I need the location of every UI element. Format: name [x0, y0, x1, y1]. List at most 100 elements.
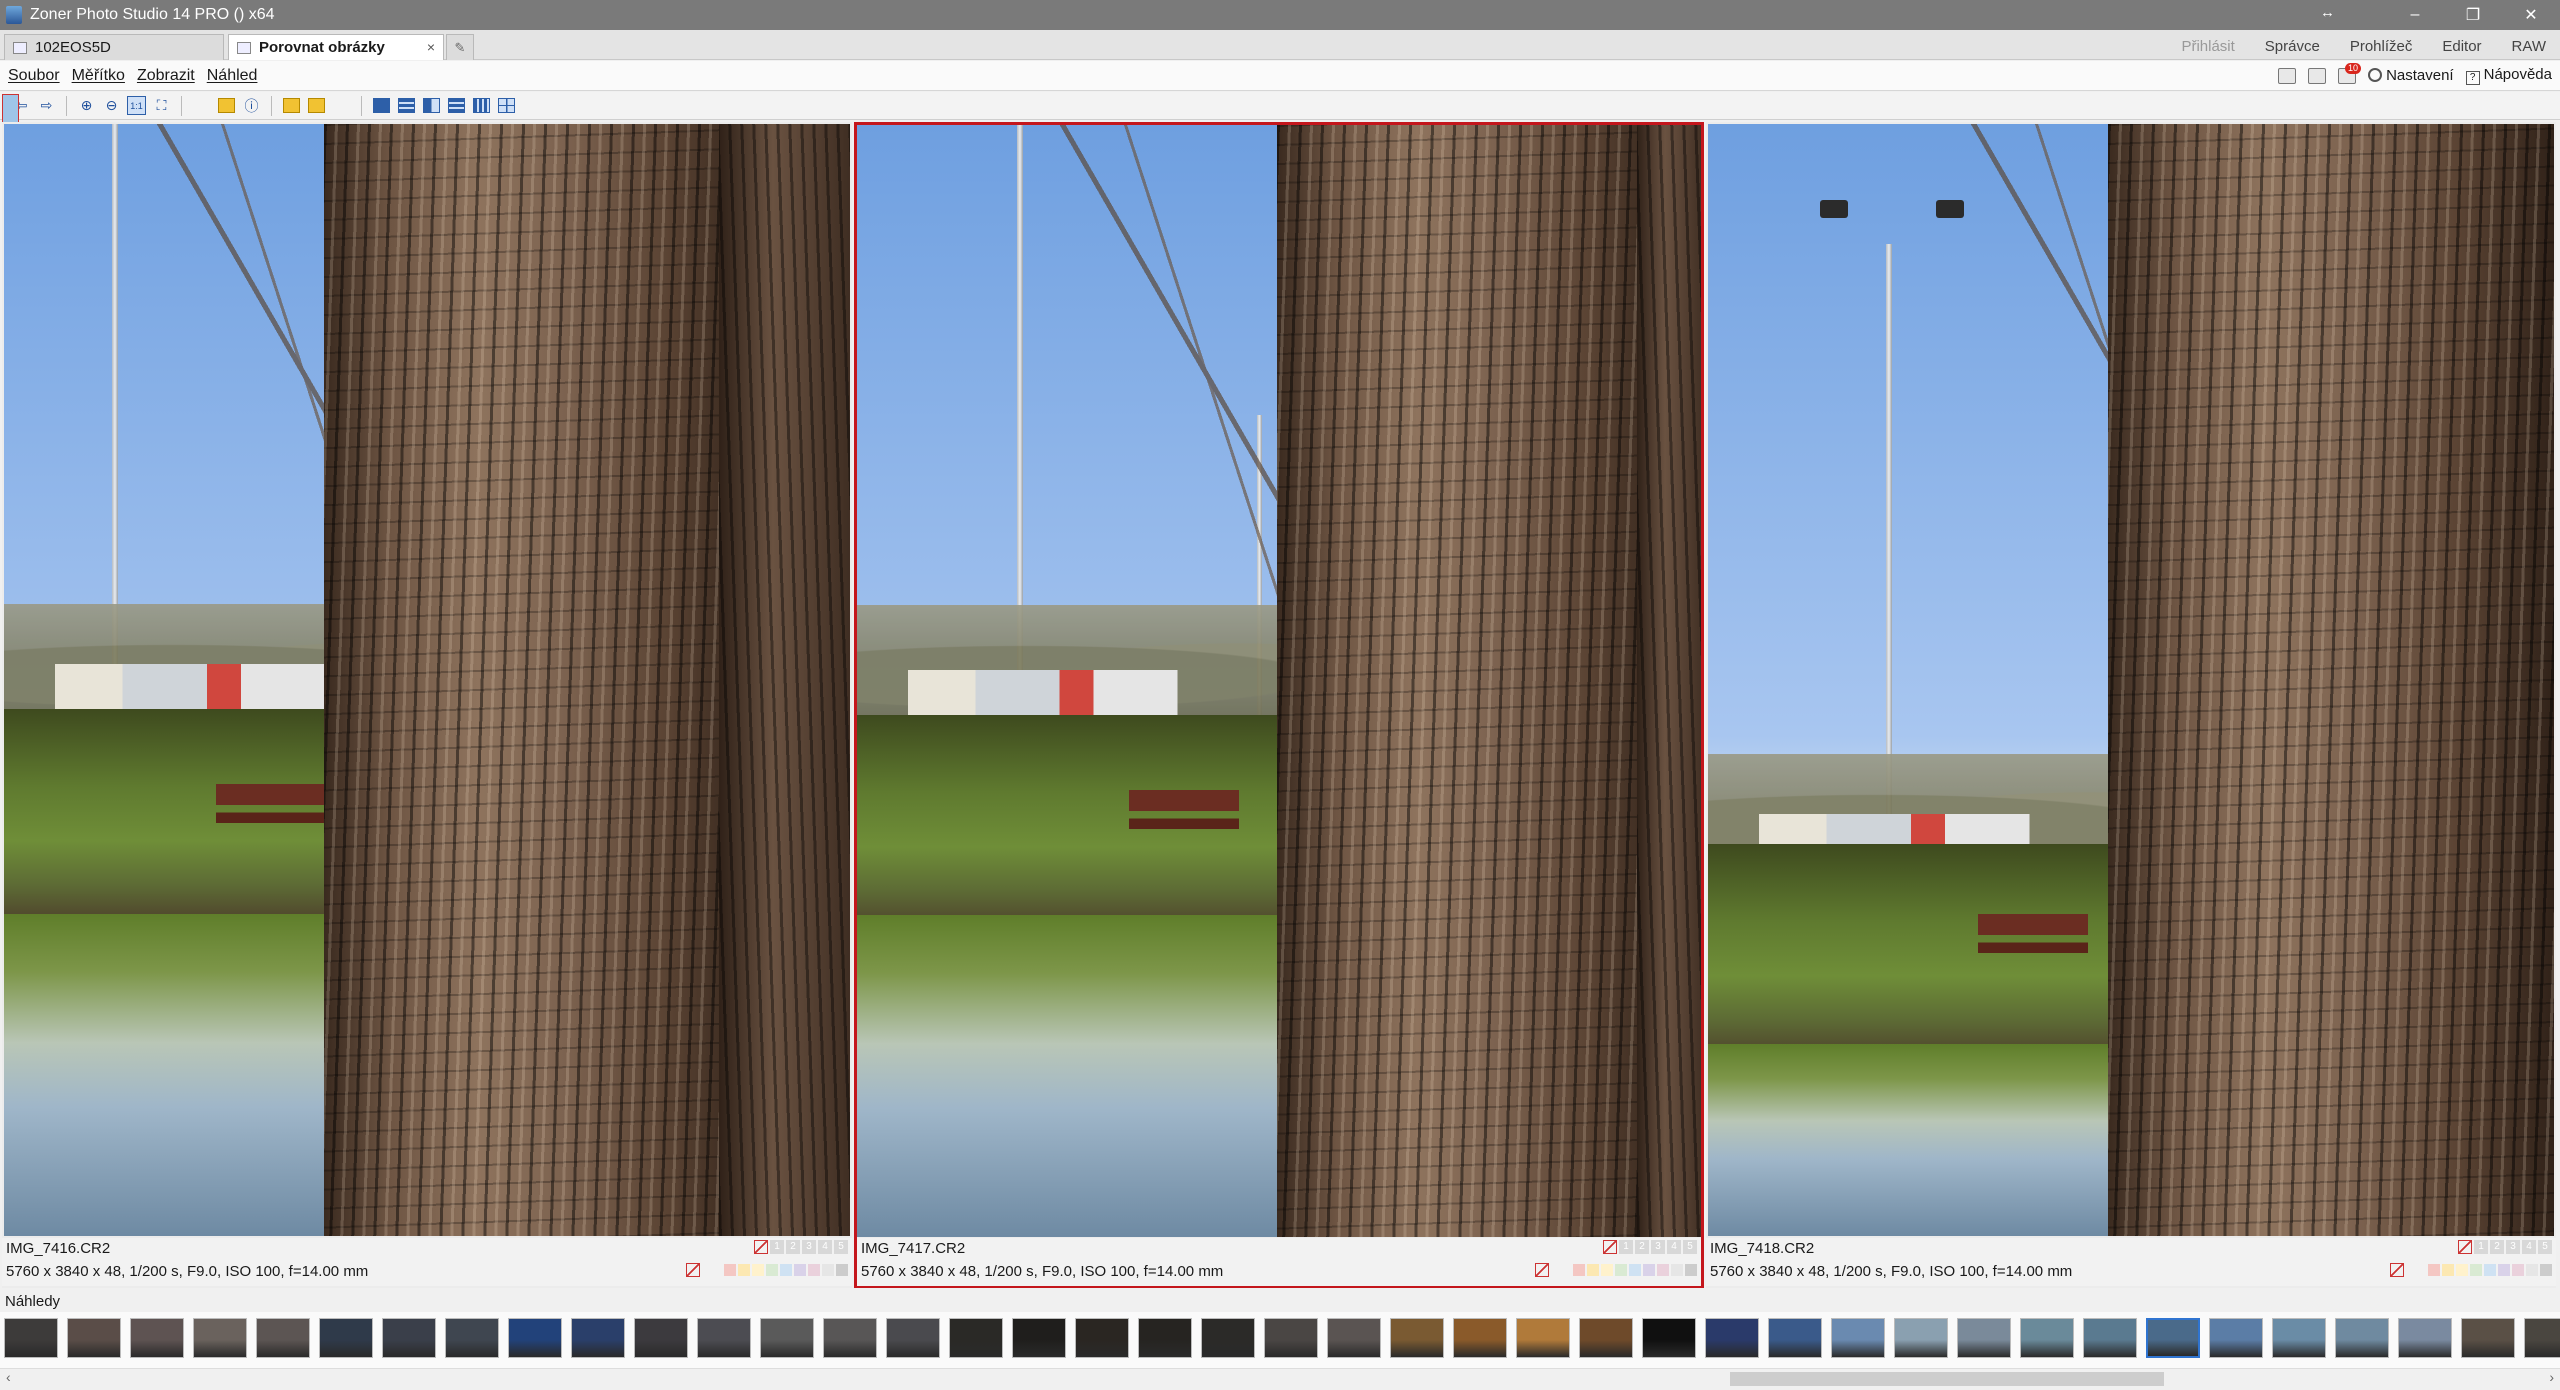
- thumbnail[interactable]: [2146, 1318, 2200, 1358]
- color-labels[interactable]: [1535, 1263, 1697, 1277]
- color-swatch[interactable]: [794, 1264, 806, 1276]
- thumbnail[interactable]: [1075, 1318, 1129, 1358]
- thumbnail[interactable]: [1957, 1318, 2011, 1358]
- rating-3[interactable]: 3: [2506, 1240, 2520, 1254]
- color-swatch[interactable]: [808, 1264, 820, 1276]
- thumbnail[interactable]: [634, 1318, 688, 1358]
- layout-two-cols-icon[interactable]: [422, 96, 441, 115]
- photo-preview[interactable]: [4, 124, 850, 1236]
- rating-1[interactable]: 1: [1619, 1240, 1633, 1254]
- layout-single-icon[interactable]: [372, 96, 391, 115]
- thumbnail[interactable]: [1453, 1318, 1507, 1358]
- new-tab-button[interactable]: ✎: [446, 34, 474, 60]
- mode-editor[interactable]: Editor: [2442, 38, 2481, 55]
- monitor-icon[interactable]: [2308, 67, 2327, 84]
- thumbnail[interactable]: [130, 1318, 184, 1358]
- color-swatch[interactable]: [2512, 1264, 2524, 1276]
- zoom-out-icon[interactable]: ⊖: [102, 96, 121, 115]
- thumbnail[interactable]: [67, 1318, 121, 1358]
- color-swatch[interactable]: [1601, 1264, 1613, 1276]
- rating-1[interactable]: 1: [770, 1240, 784, 1254]
- thumbnail[interactable]: [1768, 1318, 1822, 1358]
- thumbnail[interactable]: [193, 1318, 247, 1358]
- thumbnail[interactable]: [760, 1318, 814, 1358]
- color-labels[interactable]: [686, 1263, 848, 1277]
- color-swatch[interactable]: [1573, 1264, 1585, 1276]
- color-swatch[interactable]: [836, 1264, 848, 1276]
- thumbnail[interactable]: [2272, 1318, 2326, 1358]
- mode-manager[interactable]: Správce: [2265, 38, 2320, 55]
- thumbnail[interactable]: [1831, 1318, 1885, 1358]
- thumbnail[interactable]: [1516, 1318, 1570, 1358]
- color-swatch[interactable]: [2540, 1264, 2552, 1276]
- color-swatch[interactable]: [752, 1264, 764, 1276]
- thumbnail[interactable]: [823, 1318, 877, 1358]
- scrollbar-thumb[interactable]: [1730, 1372, 2164, 1386]
- layout-three-cols-icon[interactable]: [472, 96, 491, 115]
- info-icon[interactable]: ⓘ: [242, 96, 261, 115]
- thumbnail[interactable]: [1579, 1318, 1633, 1358]
- rating-3[interactable]: 3: [802, 1240, 816, 1254]
- thumbnail[interactable]: [1705, 1318, 1759, 1358]
- no-rating-icon[interactable]: [2458, 1240, 2472, 1254]
- notifications-icon[interactable]: 10: [2338, 62, 2362, 84]
- thumbnail[interactable]: [949, 1318, 1003, 1358]
- login-link[interactable]: Přihlásit: [2181, 38, 2234, 55]
- thumbnail[interactable]: [256, 1318, 310, 1358]
- star-rating[interactable]: 1 2 3 4 5: [754, 1240, 848, 1254]
- color-swatch[interactable]: [2526, 1264, 2538, 1276]
- rating-3[interactable]: 3: [1651, 1240, 1665, 1254]
- rating-2[interactable]: 2: [786, 1240, 800, 1254]
- camera-icon[interactable]: [2278, 67, 2297, 84]
- thumbnail[interactable]: [1012, 1318, 1066, 1358]
- color-swatch[interactable]: [738, 1264, 750, 1276]
- remove-image-icon[interactable]: [2, 94, 351, 1206]
- color-swatch[interactable]: [2470, 1264, 2482, 1276]
- no-color-icon[interactable]: [2390, 1263, 2404, 1277]
- color-swatch[interactable]: [822, 1264, 834, 1276]
- thumbnail[interactable]: [2335, 1318, 2389, 1358]
- scroll-left-icon[interactable]: ‹: [6, 1369, 11, 1385]
- thumbnail[interactable]: [2461, 1318, 2515, 1358]
- close-button[interactable]: ✕: [2502, 0, 2560, 30]
- color-swatch[interactable]: [2456, 1264, 2468, 1276]
- color-swatch[interactable]: [1671, 1264, 1683, 1276]
- actual-size-icon[interactable]: 1:1: [127, 96, 146, 115]
- color-swatch[interactable]: [724, 1264, 736, 1276]
- thumbnail[interactable]: [1264, 1318, 1318, 1358]
- rating-5[interactable]: 5: [2538, 1240, 2552, 1254]
- fullscreen-toggle-icon[interactable]: ↔: [2320, 4, 2335, 21]
- settings-button[interactable]: Nastavení: [2368, 67, 2454, 84]
- thumbnail[interactable]: [508, 1318, 562, 1358]
- compare-pane-2[interactable]: IMG_7417.CR2 5760 x 3840 x 48, 1/200 s, …: [854, 122, 1704, 1288]
- forward-arrow-icon[interactable]: ⇨: [37, 96, 56, 115]
- menu-scale[interactable]: Měřítko: [72, 67, 125, 85]
- tab-compare-images[interactable]: Porovnat obrázky ×: [228, 34, 444, 60]
- color-swatch[interactable]: [2484, 1264, 2496, 1276]
- minimize-button[interactable]: –: [2386, 0, 2444, 30]
- color-swatch[interactable]: [1629, 1264, 1641, 1276]
- rating-4[interactable]: 4: [2522, 1240, 2536, 1254]
- thumbnail[interactable]: [2209, 1318, 2263, 1358]
- rating-2[interactable]: 2: [2490, 1240, 2504, 1254]
- color-swatch[interactable]: [1587, 1264, 1599, 1276]
- rating-5[interactable]: 5: [1683, 1240, 1697, 1254]
- menu-view[interactable]: Zobrazit: [137, 67, 195, 85]
- color-swatch[interactable]: [1657, 1264, 1669, 1276]
- thumbnail[interactable]: [4, 1318, 58, 1358]
- help-button[interactable]: ? Nápověda: [2465, 66, 2552, 85]
- thumbnail[interactable]: [697, 1318, 751, 1358]
- add-folder-icon[interactable]: [282, 96, 301, 115]
- open-folder-icon[interactable]: [307, 96, 326, 115]
- compare-pane-1[interactable]: IMG_7416.CR2 5760 x 3840 x 48, 1/200 s, …: [2, 122, 852, 1288]
- thumbnail[interactable]: [2083, 1318, 2137, 1358]
- mode-raw[interactable]: RAW: [2512, 38, 2546, 55]
- thumbnail[interactable]: [382, 1318, 436, 1358]
- mode-viewer[interactable]: Prohlížeč: [2350, 38, 2413, 55]
- restore-button[interactable]: ❐: [2444, 0, 2502, 30]
- layout-three-rows-icon[interactable]: [447, 96, 466, 115]
- layout-two-rows-icon[interactable]: [397, 96, 416, 115]
- thumbnail[interactable]: [886, 1318, 940, 1358]
- photo-preview[interactable]: [857, 125, 1701, 1237]
- layout-grid-icon[interactable]: [497, 96, 516, 115]
